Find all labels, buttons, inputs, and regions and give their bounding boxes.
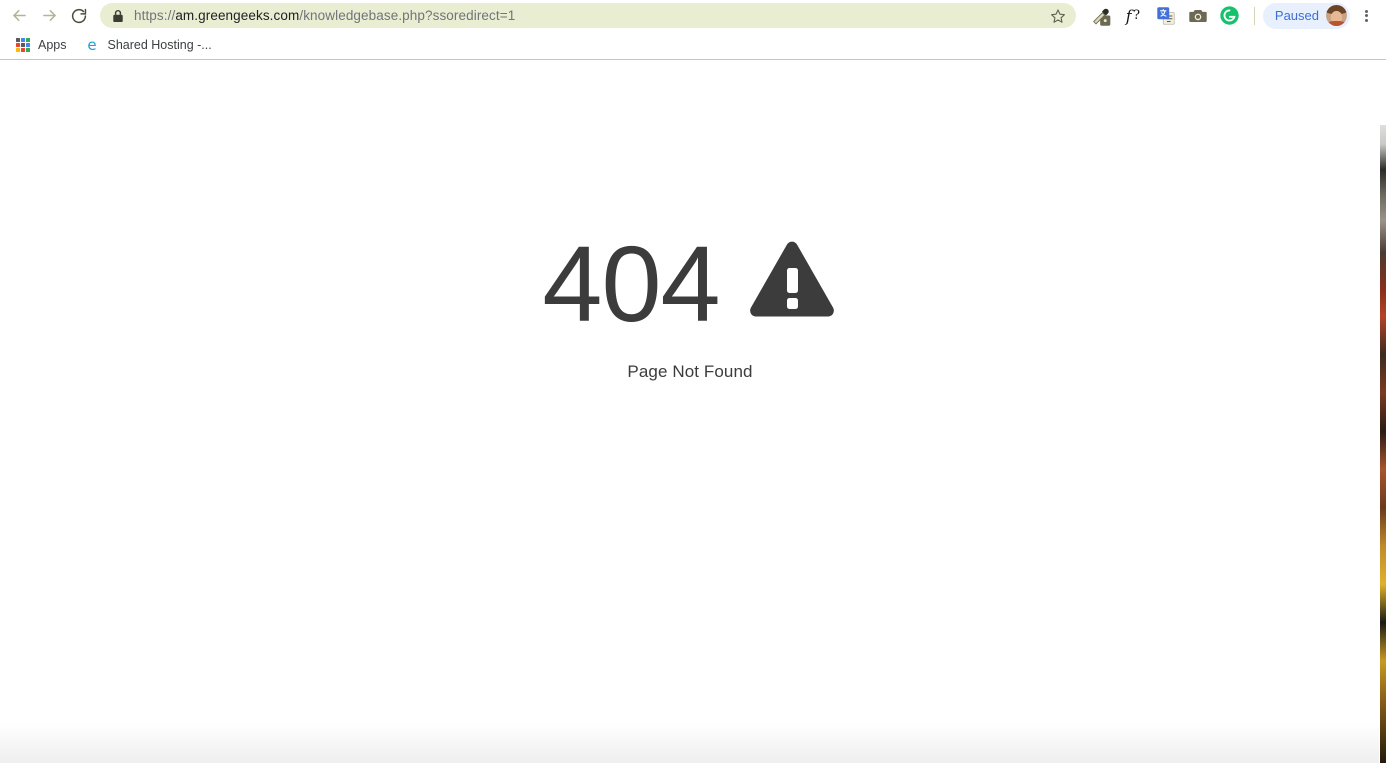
- url-host: am.greengeeks.com: [175, 7, 300, 23]
- page-viewport: 404 Page Not Found: [0, 62, 1380, 763]
- extension-icons: f ? Paused: [1086, 1, 1386, 31]
- edge-favicon: e: [87, 35, 97, 54]
- profile-status-pill[interactable]: Paused: [1262, 2, 1350, 29]
- avatar[interactable]: [1326, 5, 1347, 26]
- back-button[interactable]: [4, 2, 34, 30]
- browser-toolbar: https://am.greengeeks.com/knowledgebase.…: [0, 0, 1386, 31]
- arrow-right-icon: [40, 6, 59, 25]
- star-icon[interactable]: [1046, 4, 1070, 28]
- lock-icon: [112, 9, 124, 23]
- reload-button[interactable]: [64, 2, 94, 30]
- error-message: Page Not Found: [627, 362, 753, 381]
- toolbar-divider: [1253, 6, 1255, 25]
- translate-icon[interactable]: [1150, 1, 1182, 31]
- bookmark-shared-hosting-label: Shared Hosting -...: [107, 38, 212, 52]
- bookmark-shared-hosting[interactable]: e Shared Hosting -...: [77, 33, 220, 57]
- browser-chrome: https://am.greengeeks.com/knowledgebase.…: [0, 0, 1386, 60]
- profile-status-label: Paused: [1274, 7, 1319, 23]
- error-code: 404: [542, 223, 720, 344]
- warning-triangle-icon: [746, 238, 838, 331]
- three-dot-menu-icon[interactable]: [1352, 1, 1380, 31]
- address-bar[interactable]: https://am.greengeeks.com/knowledgebase.…: [100, 3, 1076, 28]
- reload-icon: [70, 7, 88, 25]
- camera-icon[interactable]: [1182, 1, 1214, 31]
- error-page-content: 404 Page Not Found: [0, 230, 1380, 382]
- arrow-left-icon: [10, 6, 29, 25]
- bookmarks-bar: Apps e Shared Hosting -...: [0, 31, 1386, 60]
- url-text: https://am.greengeeks.com/knowledgebase.…: [134, 8, 1040, 24]
- svg-text:?: ?: [1133, 7, 1140, 22]
- apps-grid-icon: [16, 38, 30, 52]
- bookmark-apps[interactable]: Apps: [8, 33, 75, 57]
- error-headline-row: 404: [542, 230, 837, 338]
- url-path: /knowledgebase.php?ssoredirect=1: [299, 7, 516, 23]
- font-finder-icon[interactable]: f ?: [1118, 1, 1150, 31]
- grammarly-icon[interactable]: [1214, 1, 1246, 31]
- page-bottom-shadow: [0, 723, 1380, 763]
- eyedropper-icon[interactable]: [1086, 1, 1118, 31]
- forward-button[interactable]: [34, 2, 64, 30]
- background-window-sliver: [1380, 125, 1386, 763]
- bookmark-apps-label: Apps: [38, 38, 67, 52]
- url-scheme: https://: [134, 7, 176, 23]
